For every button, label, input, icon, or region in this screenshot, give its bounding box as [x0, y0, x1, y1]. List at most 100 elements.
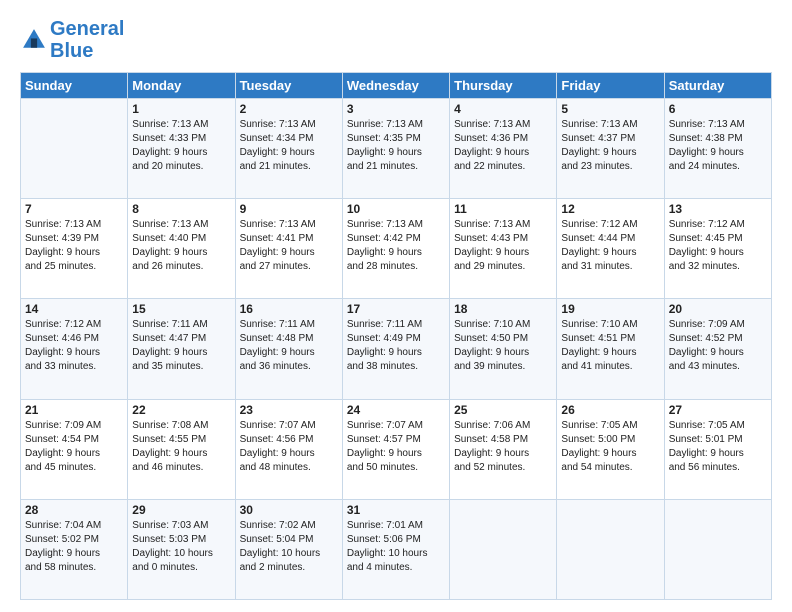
header-day-thursday: Thursday: [450, 73, 557, 99]
calendar-cell: 18 Sunrise: 7:10 AMSunset: 4:50 PMDayligh…: [450, 299, 557, 399]
calendar-cell: 22 Sunrise: 7:08 AMSunset: 4:55 PMDayligh…: [128, 399, 235, 499]
day-info: Sunrise: 7:13 AMSunset: 4:38 PMDaylight:…: [669, 118, 767, 174]
day-info: Sunrise: 7:06 AMSunset: 4:58 PMDaylight:…: [454, 419, 552, 475]
calendar-cell: [21, 99, 128, 199]
calendar-cell: 19 Sunrise: 7:10 AMSunset: 4:51 PMDayligh…: [557, 299, 664, 399]
day-info: Sunrise: 7:07 AMSunset: 4:57 PMDaylight:…: [347, 419, 445, 475]
calendar-cell: 17 Sunrise: 7:11 AMSunset: 4:49 PMDayligh…: [342, 299, 449, 399]
day-number: 19: [561, 302, 659, 316]
day-number: 2: [240, 102, 338, 116]
day-info: Sunrise: 7:09 AMSunset: 4:54 PMDaylight:…: [25, 419, 123, 475]
calendar-week-row: 14Sunrise: 7:12 AMSunset: 4:46 PMDayligh…: [21, 299, 772, 399]
day-number: 22: [132, 403, 230, 417]
day-info: Sunrise: 7:13 AMSunset: 4:36 PMDaylight:…: [454, 118, 552, 174]
calendar-cell: 25 Sunrise: 7:06 AMSunset: 4:58 PMDayligh…: [450, 399, 557, 499]
day-number: 12: [561, 202, 659, 216]
day-number: 5: [561, 102, 659, 116]
day-info: Sunrise: 7:11 AMSunset: 4:47 PMDaylight:…: [132, 318, 230, 374]
calendar-cell: 10 Sunrise: 7:13 AMSunset: 4:42 PMDayligh…: [342, 199, 449, 299]
calendar-header-row: SundayMondayTuesdayWednesdayThursdayFrid…: [21, 73, 772, 99]
calendar-cell: 5 Sunrise: 7:13 AMSunset: 4:37 PMDaylight…: [557, 99, 664, 199]
calendar-cell: 27 Sunrise: 7:05 AMSunset: 5:01 PMDayligh…: [664, 399, 771, 499]
day-number: 15: [132, 302, 230, 316]
day-number: 25: [454, 403, 552, 417]
day-info: Sunrise: 7:03 AMSunset: 5:03 PMDaylight:…: [132, 519, 230, 575]
calendar-cell: 9 Sunrise: 7:13 AMSunset: 4:41 PMDaylight…: [235, 199, 342, 299]
calendar-cell: 23 Sunrise: 7:07 AMSunset: 4:56 PMDayligh…: [235, 399, 342, 499]
day-info: Sunrise: 7:13 AMSunset: 4:35 PMDaylight:…: [347, 118, 445, 174]
day-info: Sunrise: 7:02 AMSunset: 5:04 PMDaylight:…: [240, 519, 338, 575]
logo: General Blue: [20, 18, 124, 62]
day-info: Sunrise: 7:12 AMSunset: 4:45 PMDaylight:…: [669, 218, 767, 274]
day-number: 4: [454, 102, 552, 116]
day-number: 18: [454, 302, 552, 316]
logo-text: General Blue: [50, 18, 124, 62]
calendar-table: SundayMondayTuesdayWednesdayThursdayFrid…: [20, 72, 772, 600]
day-info: Sunrise: 7:13 AMSunset: 4:40 PMDaylight:…: [132, 218, 230, 274]
day-info: Sunrise: 7:13 AMSunset: 4:42 PMDaylight:…: [347, 218, 445, 274]
calendar-week-row: 1Sunrise: 7:13 AMSunset: 4:33 PMDaylight…: [21, 99, 772, 199]
day-info: Sunrise: 7:07 AMSunset: 4:56 PMDaylight:…: [240, 419, 338, 475]
calendar-cell: 1Sunrise: 7:13 AMSunset: 4:33 PMDaylight…: [128, 99, 235, 199]
calendar-cell: [557, 499, 664, 599]
day-info: Sunrise: 7:11 AMSunset: 4:49 PMDaylight:…: [347, 318, 445, 374]
calendar-cell: 11Sunrise: 7:13 AMSunset: 4:43 PMDayligh…: [450, 199, 557, 299]
day-number: 28: [25, 503, 123, 517]
day-number: 16: [240, 302, 338, 316]
calendar-cell: 24 Sunrise: 7:07 AMSunset: 4:57 PMDayligh…: [342, 399, 449, 499]
calendar-cell: 16 Sunrise: 7:11 AMSunset: 4:48 PMDayligh…: [235, 299, 342, 399]
day-number: 21: [25, 403, 123, 417]
header-day-monday: Monday: [128, 73, 235, 99]
day-number: 27: [669, 403, 767, 417]
day-info: Sunrise: 7:01 AMSunset: 5:06 PMDaylight:…: [347, 519, 445, 575]
day-info: Sunrise: 7:13 AMSunset: 4:43 PMDaylight:…: [454, 218, 552, 274]
calendar-cell: [450, 499, 557, 599]
day-info: Sunrise: 7:04 AMSunset: 5:02 PMDaylight:…: [25, 519, 123, 575]
day-info: Sunrise: 7:10 AMSunset: 4:51 PMDaylight:…: [561, 318, 659, 374]
day-number: 10: [347, 202, 445, 216]
day-number: 14: [25, 302, 123, 316]
calendar-week-row: 28 Sunrise: 7:04 AMSunset: 5:02 PMDayligh…: [21, 499, 772, 599]
calendar-cell: 7Sunrise: 7:13 AMSunset: 4:39 PMDaylight…: [21, 199, 128, 299]
day-info: Sunrise: 7:11 AMSunset: 4:48 PMDaylight:…: [240, 318, 338, 374]
day-number: 17: [347, 302, 445, 316]
header-day-sunday: Sunday: [21, 73, 128, 99]
calendar-cell: 28 Sunrise: 7:04 AMSunset: 5:02 PMDayligh…: [21, 499, 128, 599]
day-number: 24: [347, 403, 445, 417]
calendar-cell: 4 Sunrise: 7:13 AMSunset: 4:36 PMDaylight…: [450, 99, 557, 199]
day-number: 20: [669, 302, 767, 316]
day-info: Sunrise: 7:13 AMSunset: 4:39 PMDaylight:…: [25, 218, 123, 274]
day-number: 9: [240, 202, 338, 216]
calendar-cell: 21 Sunrise: 7:09 AMSunset: 4:54 PMDayligh…: [21, 399, 128, 499]
calendar-body: 1Sunrise: 7:13 AMSunset: 4:33 PMDaylight…: [21, 99, 772, 600]
logo-icon: [20, 26, 48, 54]
calendar-cell: 30 Sunrise: 7:02 AMSunset: 5:04 PMDayligh…: [235, 499, 342, 599]
calendar-cell: 20 Sunrise: 7:09 AMSunset: 4:52 PMDayligh…: [664, 299, 771, 399]
calendar-cell: 14Sunrise: 7:12 AMSunset: 4:46 PMDayligh…: [21, 299, 128, 399]
day-info: Sunrise: 7:13 AMSunset: 4:41 PMDaylight:…: [240, 218, 338, 274]
day-info: Sunrise: 7:08 AMSunset: 4:55 PMDaylight:…: [132, 419, 230, 475]
day-info: Sunrise: 7:05 AMSunset: 5:01 PMDaylight:…: [669, 419, 767, 475]
day-info: Sunrise: 7:13 AMSunset: 4:34 PMDaylight:…: [240, 118, 338, 174]
calendar-cell: 3Sunrise: 7:13 AMSunset: 4:35 PMDaylight…: [342, 99, 449, 199]
calendar-cell: 13 Sunrise: 7:12 AMSunset: 4:45 PMDayligh…: [664, 199, 771, 299]
day-number: 23: [240, 403, 338, 417]
day-number: 1: [132, 102, 230, 116]
day-number: 30: [240, 503, 338, 517]
calendar-cell: [664, 499, 771, 599]
day-number: 13: [669, 202, 767, 216]
day-info: Sunrise: 7:13 AMSunset: 4:37 PMDaylight:…: [561, 118, 659, 174]
day-info: Sunrise: 7:12 AMSunset: 4:44 PMDaylight:…: [561, 218, 659, 274]
day-info: Sunrise: 7:10 AMSunset: 4:50 PMDaylight:…: [454, 318, 552, 374]
day-info: Sunrise: 7:09 AMSunset: 4:52 PMDaylight:…: [669, 318, 767, 374]
header-day-wednesday: Wednesday: [342, 73, 449, 99]
calendar-cell: 2 Sunrise: 7:13 AMSunset: 4:34 PMDaylight…: [235, 99, 342, 199]
calendar-cell: 15 Sunrise: 7:11 AMSunset: 4:47 PMDayligh…: [128, 299, 235, 399]
day-info: Sunrise: 7:05 AMSunset: 5:00 PMDaylight:…: [561, 419, 659, 475]
day-number: 8: [132, 202, 230, 216]
day-number: 29: [132, 503, 230, 517]
day-number: 26: [561, 403, 659, 417]
calendar-cell: 29 Sunrise: 7:03 AMSunset: 5:03 PMDayligh…: [128, 499, 235, 599]
header-day-friday: Friday: [557, 73, 664, 99]
calendar-cell: 26 Sunrise: 7:05 AMSunset: 5:00 PMDayligh…: [557, 399, 664, 499]
